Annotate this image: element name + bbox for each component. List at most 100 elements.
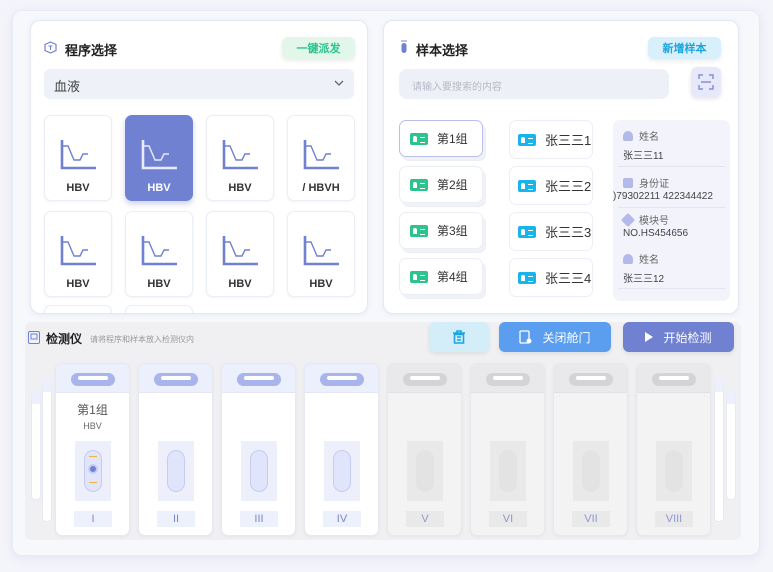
sample-panel: 样本选择 新增样本 请输入要搜索的内容 第1组第2组第3组第4组 张三三1 张三三… [383, 20, 739, 314]
detector-icon [28, 331, 40, 344]
program-card[interactable]: HBV [44, 211, 112, 297]
program-card-partial[interactable] [44, 305, 112, 313]
slot-group: 第1组 [77, 403, 108, 417]
sample-group[interactable]: 第3组 [399, 212, 483, 249]
delete-button[interactable] [429, 322, 489, 352]
sample-capsule [499, 450, 517, 492]
door-icon [519, 330, 532, 344]
program-card[interactable]: HBV [206, 211, 274, 297]
scan-button[interactable] [691, 67, 721, 97]
slot-handle [569, 373, 613, 386]
sample-group[interactable]: 第1组 [399, 120, 483, 157]
slot-handle [403, 373, 447, 386]
program-card-label: HBV [147, 182, 171, 194]
detector-slot[interactable]: III [221, 363, 296, 536]
name-label: 姓名 [639, 132, 659, 143]
detector-area [25, 322, 741, 540]
detector-slot[interactable]: VI [470, 363, 545, 536]
detector-slot[interactable]: 第1组 HBV I [55, 363, 130, 536]
slot-handle [154, 373, 198, 386]
program-card[interactable]: HBV [287, 211, 355, 297]
sample-info-panel: 姓名 张三三11 身份证 )79302211 422344422 模块号 NO.… [613, 120, 730, 301]
slot-program: HBV [83, 421, 102, 431]
slot-stub [42, 378, 52, 522]
sample-capsule [665, 450, 683, 492]
add-sample-button[interactable]: 新增样本 [648, 37, 721, 59]
sample-person[interactable]: 张三三1 [509, 120, 593, 159]
program-card-partial[interactable] [125, 305, 193, 313]
person-label: 张三三2 [545, 179, 592, 194]
id-label: 身份证 [639, 179, 669, 190]
category-select[interactable]: 血液 [44, 69, 354, 99]
dispatch-button[interactable]: 一键派发 [282, 37, 355, 59]
program-card-label: HBV [309, 278, 333, 290]
detector-hint: 请将程序和样本放入检测仪内 [90, 335, 194, 344]
group-label: 第4组 [437, 270, 468, 284]
close-door-label: 关闭舱门 [542, 330, 591, 345]
slot-handle [652, 373, 696, 386]
sample-group[interactable]: 第4组 [399, 258, 483, 295]
start-detect-button[interactable]: 开始检测 [623, 322, 734, 352]
id-value: )79302211 422344422 [613, 191, 713, 202]
program-card[interactable]: HBV [44, 115, 112, 201]
sample-capsule [250, 450, 268, 492]
test-tube-icon [401, 40, 407, 53]
program-card[interactable]: HBV [125, 211, 193, 297]
curve-icon [60, 236, 96, 266]
sample-person[interactable]: 张三三4 [509, 258, 593, 297]
person-icon [623, 253, 633, 264]
detector-title: 检测仪 [46, 332, 83, 346]
slot-number: III [240, 511, 278, 527]
detector-slot[interactable]: V [387, 363, 462, 536]
slot-handle [486, 373, 530, 386]
module-label: 模块号 [639, 216, 669, 227]
slot-number: I [74, 511, 112, 527]
detector-slot[interactable]: VIII [636, 363, 711, 536]
detector-slot[interactable]: IV [304, 363, 379, 536]
group-label: 第2组 [437, 178, 468, 192]
slot-number: IV [323, 511, 361, 527]
curve-icon [60, 140, 96, 170]
detector-slot[interactable]: VII [553, 363, 628, 536]
play-icon [645, 332, 654, 342]
id-card-icon [518, 225, 536, 238]
id-card-icon [410, 132, 428, 145]
category-value: 血液 [54, 79, 81, 94]
sample-capsule [167, 450, 185, 492]
person-label: 张三三1 [545, 133, 592, 148]
person-label: 张三三4 [545, 271, 592, 286]
sample-person[interactable]: 张三三2 [509, 166, 593, 205]
program-card-label: / HBVH [302, 182, 340, 194]
id-card-icon [410, 178, 428, 191]
sample-group[interactable]: 第2组 [399, 166, 483, 203]
program-card[interactable]: / HBVH [287, 115, 355, 201]
program-card-label: HBV [228, 278, 252, 290]
id-card-icon [518, 179, 536, 192]
sample-title: 样本选择 [416, 43, 469, 58]
slot-number: II [157, 511, 195, 527]
person-label: 张三三3 [545, 225, 592, 240]
sample-capsule [582, 450, 600, 492]
curve-icon [141, 140, 177, 170]
program-card-label: HBV [228, 182, 252, 194]
search-input[interactable]: 请输入要搜索的内容 [399, 69, 669, 99]
curve-icon [141, 236, 177, 266]
program-card[interactable]: HBV [206, 115, 274, 201]
sample-person[interactable]: 张三三3 [509, 212, 593, 251]
curve-icon [222, 140, 258, 170]
id-card-icon [518, 133, 536, 146]
person-icon [623, 130, 633, 141]
slot-number: VI [489, 511, 527, 527]
program-panel: 程序选择 一键派发 血液 HBV HBV HBV / HBVH HBV HBV HBV HBV [30, 20, 368, 314]
program-card-label: HBV [66, 278, 90, 290]
program-card[interactable]: HBV [125, 115, 193, 201]
detector-slot[interactable]: II [138, 363, 213, 536]
close-door-button[interactable]: 关闭舱门 [499, 322, 611, 352]
slot-number: VIII [655, 511, 693, 527]
curve-icon [303, 140, 339, 170]
id-card-icon [410, 224, 428, 237]
name-value: 张三三12 [623, 274, 665, 285]
curve-icon [222, 236, 258, 266]
id-card-icon [410, 270, 428, 283]
curve-icon [303, 236, 339, 266]
